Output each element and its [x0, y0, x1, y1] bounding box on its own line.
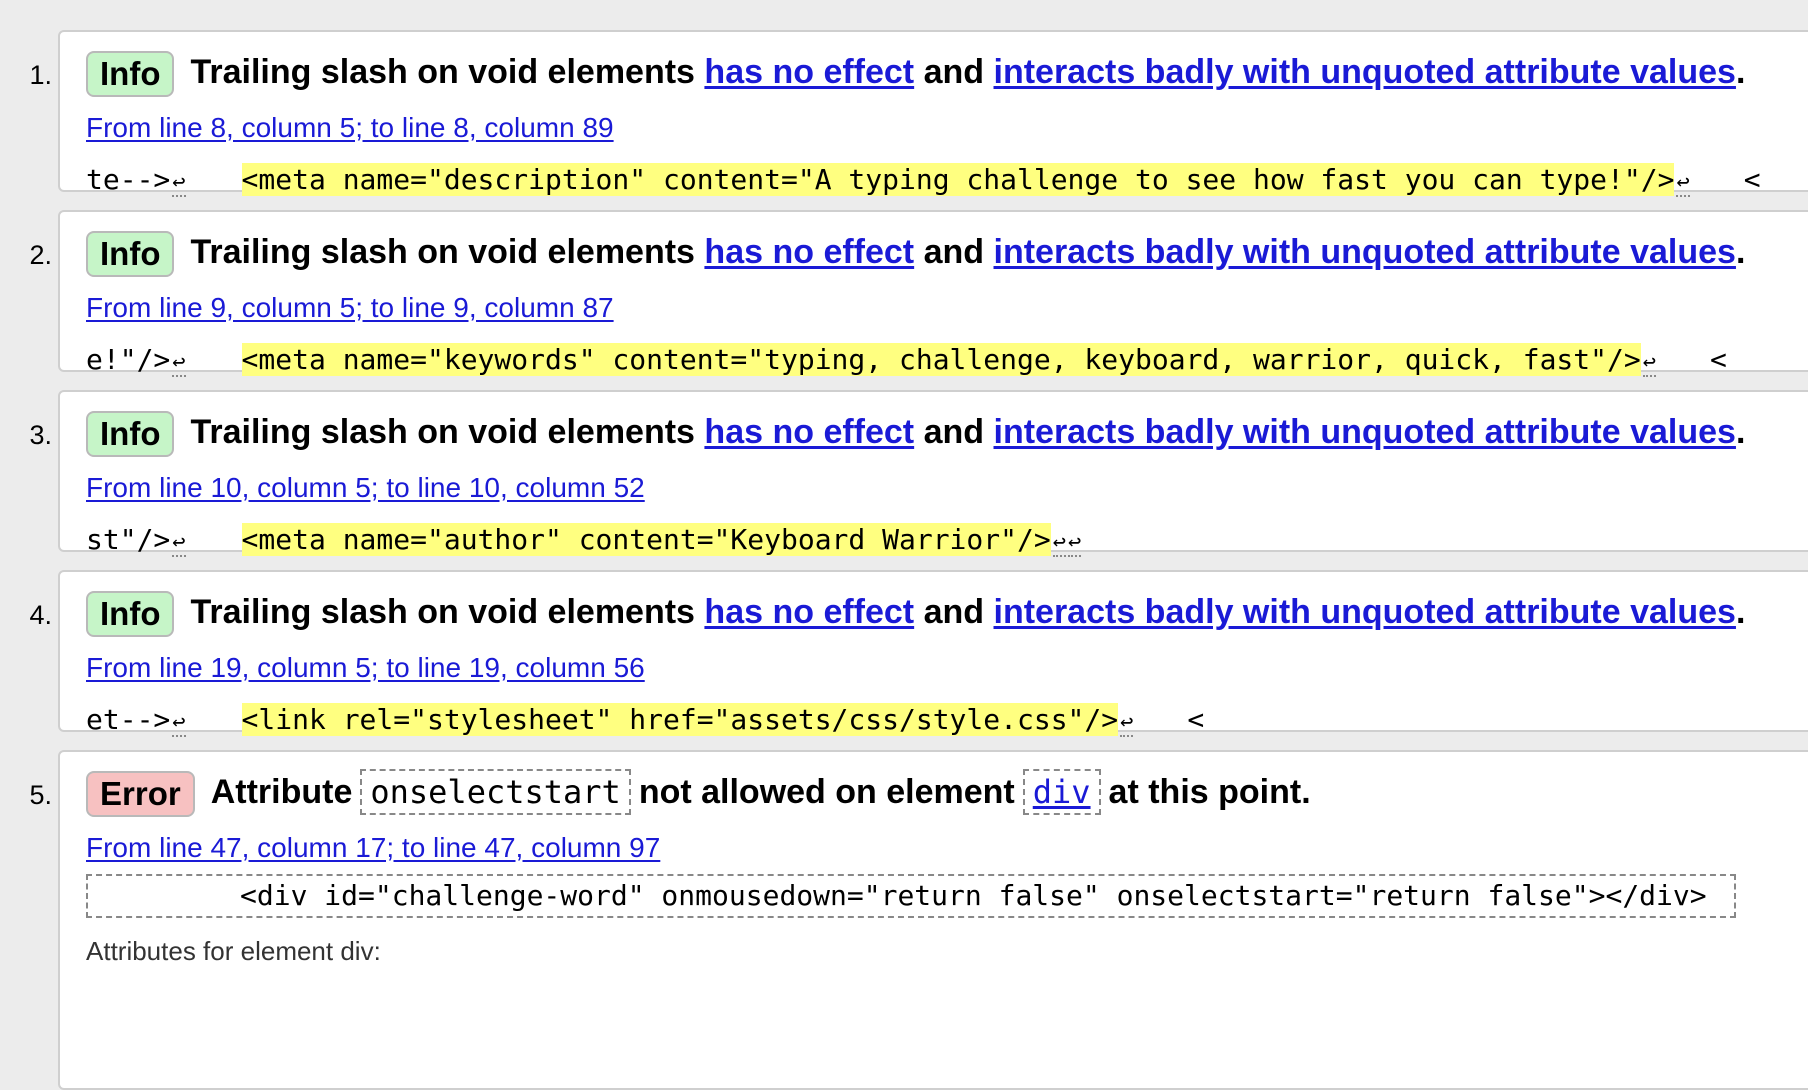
message-heading: Info Trailing slash on void elements has …: [86, 410, 1746, 458]
return-icon: ↩: [1676, 170, 1690, 197]
message-text: Trailing slash on void elements: [190, 593, 695, 631]
has-no-effect-link[interactable]: has no effect: [704, 413, 914, 451]
code-highlight: ></div>: [1588, 879, 1707, 912]
code-extract: te-->↩ <meta name="description" content="…: [86, 160, 1761, 203]
source-location-link[interactable]: From line 47, column 17; to line 47, col…: [86, 832, 660, 864]
message-text-and: and: [923, 413, 985, 451]
message-number: 1.: [29, 60, 52, 90]
has-no-effect-link[interactable]: has no effect: [704, 593, 914, 631]
code-context-after: <: [1709, 343, 1727, 376]
return-icon: ↩: [172, 170, 186, 197]
message-text-and: and: [923, 593, 985, 631]
code-context-after: <: [1743, 163, 1761, 196]
message-heading: Error Attribute onselectstart not allowed o…: [86, 769, 1311, 818]
return-icon: ↩: [172, 350, 186, 377]
message-item: 3. Info Trailing slash on void elements h…: [29, 390, 1808, 557]
code-highlight-attribute: onselectstart="return false": [1116, 879, 1589, 912]
message-number: 3.: [29, 420, 52, 450]
message-heading: Info Trailing slash on void elements has …: [86, 590, 1746, 638]
element-div-link[interactable]: div: [1033, 773, 1091, 811]
message-heading: Info Trailing slash on void elements has …: [86, 50, 1746, 98]
message-period: .: [1735, 413, 1746, 451]
unquoted-attributes-link[interactable]: interacts badly with unquoted attribute …: [994, 413, 1736, 451]
info-badge: Info: [86, 231, 175, 278]
message-item: 2. Info Trailing slash on void elements h…: [29, 210, 1808, 377]
attributes-for-element-text: Attributes for element div:: [86, 936, 381, 966]
message-number: 2.: [29, 240, 52, 270]
code-extract: st"/>↩ <meta name="author" content="Keybo…: [86, 520, 1082, 563]
unquoted-attributes-link[interactable]: interacts badly with unquoted attribute …: [994, 593, 1736, 631]
message-text: Trailing slash on void elements: [190, 53, 695, 91]
message-text: Trailing slash on void elements: [190, 413, 695, 451]
code-context-before: et-->: [86, 703, 171, 736]
message-text-and: and: [923, 233, 985, 271]
message-text: not allowed on element: [638, 773, 1015, 811]
source-location-link[interactable]: From line 19, column 5; to line 19, colu…: [86, 652, 645, 684]
unquoted-attributes-link[interactable]: interacts badly with unquoted attribute …: [994, 53, 1736, 91]
code-extract: e!"/>↩ <meta name="keywords" content="typ…: [86, 340, 1727, 383]
info-badge: Info: [86, 51, 175, 98]
message-text-and: and: [923, 53, 985, 91]
return-icon: ↩: [172, 530, 186, 557]
code-highlight: <link rel="stylesheet" href="assets/css/…: [241, 703, 1119, 736]
code-extract: <div id="challenge-word" onmousedown="re…: [86, 874, 1736, 918]
message-heading: Info Trailing slash on void elements has …: [86, 230, 1746, 278]
return-icon: ↩: [1120, 710, 1134, 737]
return-icon: ↩: [1642, 350, 1656, 377]
code-highlight: <meta name="author" content="Keyboard Wa…: [241, 523, 1051, 556]
return-icon: ↩: [1052, 530, 1066, 557]
source-location-link[interactable]: From line 10, column 5; to line 10, colu…: [86, 472, 645, 504]
message-item: 5. Error Attribute onselectstart not allowe…: [29, 750, 1808, 1090]
element-name-code: div: [1022, 769, 1101, 815]
unquoted-attributes-link[interactable]: interacts badly with unquoted attribute …: [994, 233, 1736, 271]
message-text: Trailing slash on void elements: [190, 233, 695, 271]
code-highlight: <meta name="keywords" content="typing, c…: [241, 343, 1641, 376]
attribute-name-code: onselectstart: [360, 769, 631, 815]
code-context-after: <: [1187, 703, 1205, 736]
code-extract: et-->↩ <link rel="stylesheet" href="asset…: [86, 700, 1204, 743]
code-highlight: <meta name="description" content="A typi…: [241, 163, 1675, 196]
message-item: 1. Info Trailing slash on void elements h…: [29, 30, 1808, 197]
code-highlight: <div id="challenge-word" onmousedown="re…: [240, 879, 1117, 912]
info-badge: Info: [86, 411, 175, 458]
message-text: at this point.: [1108, 773, 1311, 811]
message-period: .: [1735, 53, 1746, 91]
message-period: .: [1735, 593, 1746, 631]
return-icon: ↩: [172, 710, 186, 737]
source-location-link[interactable]: From line 9, column 5; to line 9, column…: [86, 292, 614, 324]
source-location-link[interactable]: From line 8, column 5; to line 8, column…: [86, 112, 614, 144]
code-context-before: st"/>: [86, 523, 171, 556]
error-badge: Error: [86, 771, 195, 818]
has-no-effect-link[interactable]: has no effect: [704, 233, 914, 271]
message-item: 4. Info Trailing slash on void elements h…: [29, 570, 1808, 737]
message-text: Attribute: [210, 773, 353, 811]
info-badge: Info: [86, 591, 175, 638]
has-no-effect-link[interactable]: has no effect: [704, 53, 914, 91]
message-period: .: [1735, 233, 1746, 271]
message-number: 5.: [29, 780, 52, 810]
return-icon: ↩: [1067, 530, 1082, 557]
code-context-before: te-->: [86, 163, 171, 196]
code-context-before: e!"/>: [86, 343, 171, 376]
message-number: 4.: [29, 600, 52, 630]
